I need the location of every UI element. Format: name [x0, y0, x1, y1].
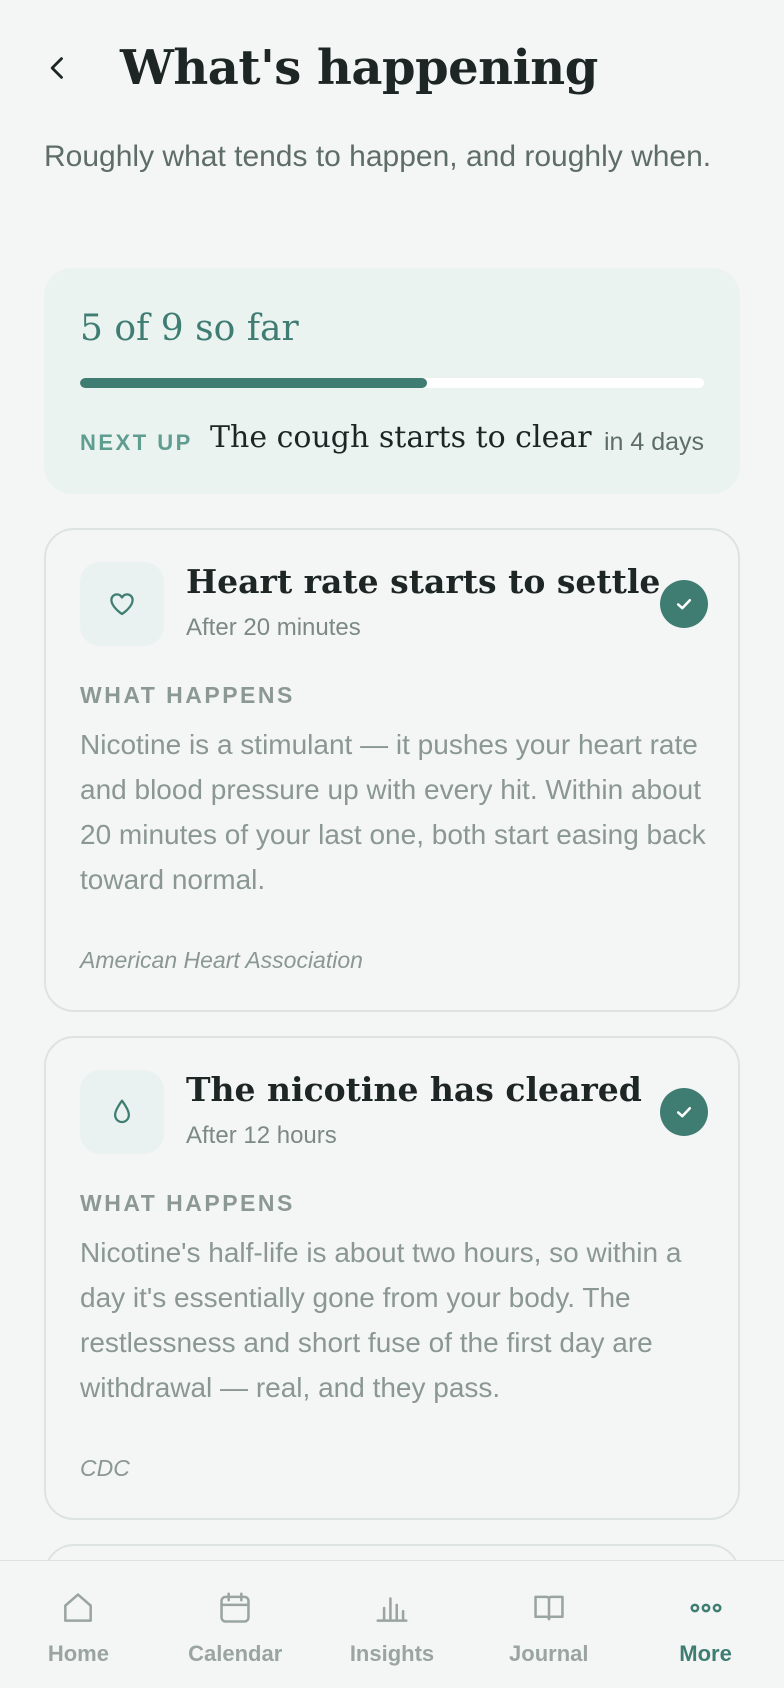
check-icon	[676, 599, 692, 610]
page-title: What's happening	[120, 40, 598, 96]
home-icon	[64, 1593, 93, 1622]
milestone-description: Nicotine is a stimulant — it pushes your…	[80, 729, 706, 895]
bar-chart-icon	[376, 1597, 408, 1622]
page-subtitle: Roughly what tends to happen, and roughl…	[44, 140, 712, 173]
tab-label: Calendar	[188, 1641, 283, 1666]
bottom-tab-bar: Home Calendar Insights Journal More	[0, 1560, 784, 1688]
book-icon	[534, 1595, 564, 1621]
next-up-row: NEXT UP The cough starts to clear in 4 d…	[80, 418, 704, 468]
back-button[interactable]	[44, 30, 92, 106]
completed-badge	[660, 580, 708, 628]
milestone-title: Heart rate starts to settle	[186, 562, 661, 601]
check-icon	[676, 1107, 692, 1118]
completed-badge	[660, 1088, 708, 1136]
milestone-time: After 12 hours	[186, 1122, 337, 1149]
card-icon-tile	[80, 1070, 164, 1154]
next-up-label: NEXT UP	[80, 430, 193, 455]
card-icon-tile	[80, 562, 164, 646]
tab-label: Home	[47, 1641, 109, 1666]
next-up-title: The cough starts to clear	[210, 420, 592, 455]
tab-calendar[interactable]: Calendar	[157, 1561, 314, 1688]
milestone-title: The nicotine has cleared	[186, 1070, 642, 1109]
milestone-time: After 20 minutes	[186, 614, 361, 641]
calendar-icon	[220, 1592, 250, 1623]
droplet-icon	[114, 1099, 130, 1124]
progress-count: 5 of 9 so far	[80, 308, 299, 349]
milestone-card[interactable]: Heart rate starts to settle After 20 min…	[44, 528, 740, 1012]
tab-label: Insights	[349, 1641, 435, 1666]
tab-insights[interactable]: Insights	[314, 1561, 471, 1688]
timeline-screen: What's happening Roughly what tends to h…	[0, 0, 784, 1688]
tab-more[interactable]: More	[627, 1561, 784, 1688]
what-happens-label: WHAT HAPPENS	[80, 682, 295, 708]
progress-card: 5 of 9 so far NEXT UP The cough starts t…	[44, 268, 740, 494]
next-up-when: in 4 days	[603, 428, 704, 456]
milestone-source: CDC	[80, 1455, 130, 1481]
tab-home[interactable]: Home	[0, 1561, 157, 1688]
tab-journal[interactable]: Journal	[470, 1561, 627, 1688]
header: What's happening	[44, 30, 598, 106]
milestone-description: Nicotine's half-life is about two hours,…	[80, 1237, 682, 1403]
heart-icon	[110, 593, 134, 616]
progress-bar-fill	[80, 378, 427, 388]
milestone-source: American Heart Association	[80, 947, 363, 973]
what-happens-label: WHAT HAPPENS	[80, 1190, 295, 1216]
tab-label: Journal	[509, 1641, 589, 1666]
milestone-card[interactable]: The nicotine has cleared After 12 hours …	[44, 1036, 740, 1520]
more-dots-icon	[690, 1603, 722, 1613]
chevron-left-icon	[50, 57, 63, 79]
progress-bar	[80, 378, 704, 388]
tab-label: More	[679, 1641, 732, 1666]
